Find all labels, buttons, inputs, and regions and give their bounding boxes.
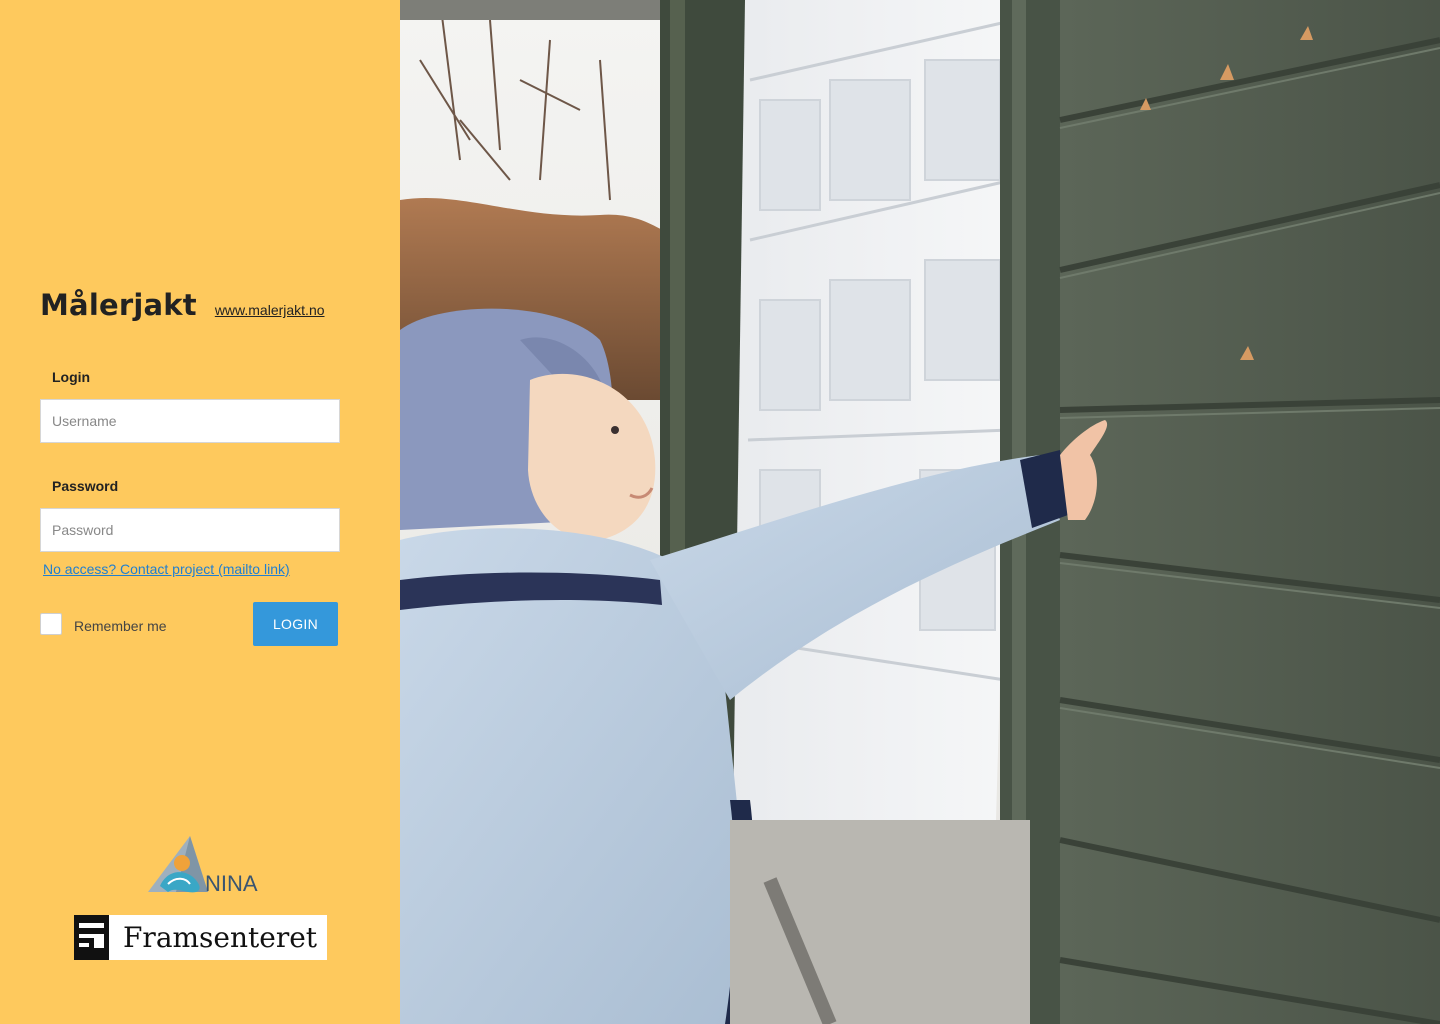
brand-header: Målerjakt www.malerjakt.no (40, 288, 325, 322)
website-link[interactable]: www.malerjakt.no (215, 302, 325, 318)
remember-me-label: Remember me (74, 618, 167, 634)
app-title: Målerjakt (40, 288, 197, 322)
framsenteret-logo-text: Framsenteret (123, 921, 318, 954)
remember-me-checkbox[interactable] (40, 613, 62, 635)
login-sidebar: Målerjakt www.malerjakt.no Login Passwor… (0, 0, 400, 1024)
login-label: Login (52, 369, 91, 385)
login-button[interactable]: LOGIN (253, 602, 338, 646)
password-label: Password (52, 478, 119, 494)
password-input[interactable] (40, 508, 340, 552)
nina-logo-text: NINA (205, 871, 258, 896)
framsenteret-mark-icon (74, 915, 109, 960)
nina-logo: NINA (148, 836, 258, 896)
framsenteret-logo: Framsenteret (74, 915, 327, 960)
hero-photo (400, 0, 1440, 1024)
username-input[interactable] (40, 399, 340, 443)
contact-project-link[interactable]: No access? Contact project (mailto link) (43, 561, 290, 577)
